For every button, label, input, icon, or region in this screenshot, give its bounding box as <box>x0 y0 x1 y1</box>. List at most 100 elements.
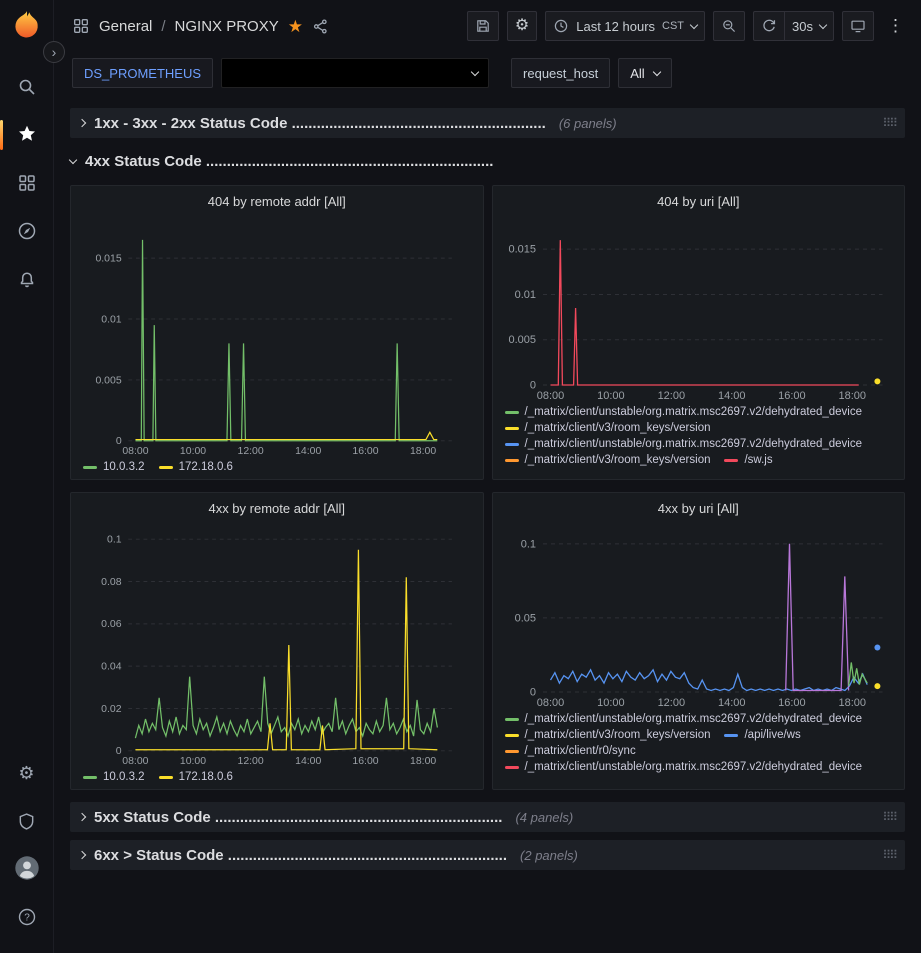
chevron-down-icon <box>652 67 660 75</box>
chart-canvas[interactable]: 00.050.108:0010:0012:0014:0016:0018:00 <box>503 521 895 709</box>
x-axis-label: 10:00 <box>597 697 625 709</box>
chart-canvas[interactable]: 00.020.040.060.080.108:0010:0012:0014:00… <box>81 521 473 767</box>
chart-area[interactable]: 00.020.040.060.080.108:0010:0012:0014:00… <box>81 521 473 767</box>
y-axis-label: 0.01 <box>514 289 535 301</box>
y-axis-label: 0 <box>116 746 122 757</box>
profile-nav-item[interactable] <box>0 848 54 890</box>
chart-area[interactable]: 00.0050.010.01508:0010:0012:0014:0016:00… <box>503 214 895 402</box>
row-drag-handle[interactable]: ⠿⠿ <box>882 810 896 824</box>
x-axis-label: 10:00 <box>180 756 206 767</box>
star-icon <box>17 124 37 147</box>
series-point <box>874 378 880 384</box>
alerting-nav-item[interactable] <box>0 258 54 300</box>
legend-item[interactable]: /sw.js <box>724 454 772 466</box>
legend-item[interactable]: /_matrix/client/r0/sync <box>505 745 636 757</box>
tv-mode-button[interactable] <box>842 11 874 41</box>
chart-area[interactable]: 00.050.108:0010:0012:0014:0016:0018:00 <box>503 521 895 709</box>
legend-item[interactable]: /_matrix/client/v3/room_keys/version <box>505 422 711 434</box>
legend-item[interactable]: /_matrix/client/unstable/org.matrix.msc2… <box>505 713 863 725</box>
breadcrumb-section[interactable]: General <box>99 18 152 35</box>
legend-swatch <box>724 734 738 737</box>
breadcrumb: General / NGINX PROXY ★ <box>72 17 329 35</box>
grafana-logo[interactable] <box>10 9 44 43</box>
panel-title[interactable]: 4xx by remote addr [All] <box>81 498 473 521</box>
chevron-right-icon <box>78 813 86 821</box>
dashboard-settings-button[interactable]: ⚙ <box>507 11 537 41</box>
series-line <box>785 544 848 691</box>
grafana-app: ⚙ ? › <box>0 0 921 953</box>
breadcrumb-separator: / <box>161 18 165 35</box>
datasource-variable-label[interactable]: DS_PROMETHEUS <box>72 58 213 88</box>
series-line <box>135 240 437 441</box>
legend-item[interactable]: 10.0.3.2 <box>83 461 145 473</box>
time-range-button[interactable]: Last 12 hours CST <box>545 11 705 41</box>
legend-label: /sw.js <box>744 454 772 466</box>
help-nav-item[interactable]: ? <box>0 896 54 938</box>
chart-area[interactable]: 00.0050.010.01508:0010:0012:0014:0016:00… <box>81 214 473 457</box>
x-axis-label: 14:00 <box>295 446 321 457</box>
row-5xx[interactable]: 5xx Status Code ........................… <box>70 802 905 832</box>
legend-swatch <box>505 411 519 414</box>
sidebar-collapse-button[interactable]: › <box>43 41 65 63</box>
legend-item[interactable]: /_matrix/client/unstable/org.matrix.msc2… <box>505 438 863 450</box>
legend-label: /_matrix/client/r0/sync <box>525 745 636 757</box>
x-axis-label: 14:00 <box>295 756 321 767</box>
save-dashboard-button[interactable] <box>467 11 499 41</box>
series-line <box>550 670 867 691</box>
legend-swatch <box>159 466 173 469</box>
x-axis-label: 18:00 <box>838 390 866 402</box>
row-4xx[interactable]: 4xx Status Code ........................… <box>70 146 905 176</box>
x-axis-label: 16:00 <box>352 756 378 767</box>
x-axis-label: 08:00 <box>122 446 148 457</box>
share-icon[interactable] <box>312 18 329 35</box>
request-host-variable-select[interactable]: All <box>618 58 671 88</box>
panel-4xx-by-remote-addr: 4xx by remote addr [All] 00.020.040.060.… <box>70 492 484 790</box>
legend: 10.0.3.2 172.18.0.6 <box>81 457 473 473</box>
panel-title[interactable]: 404 by remote addr [All] <box>81 191 473 214</box>
legend-item[interactable]: 172.18.0.6 <box>159 771 233 783</box>
time-range-label: Last 12 hours <box>576 19 655 34</box>
dashboard-body: 1xx - 3xx - 2xx Status Code ............… <box>54 98 921 953</box>
settings-nav-item[interactable]: ⚙ <box>0 752 54 794</box>
chart-canvas[interactable]: 00.0050.010.01508:0010:0012:0014:0016:00… <box>81 214 473 457</box>
row-title: 5xx Status Code ........................… <box>94 809 502 826</box>
legend-item[interactable]: 10.0.3.2 <box>83 771 145 783</box>
dashboards-nav-item[interactable] <box>0 162 54 204</box>
legend-item[interactable]: 172.18.0.6 <box>159 461 233 473</box>
y-axis-label: 0.015 <box>508 244 536 256</box>
legend-item[interactable]: /api/live/ws <box>724 729 800 741</box>
starred-nav-item[interactable] <box>0 114 54 156</box>
search-nav-item[interactable] <box>0 66 54 108</box>
y-axis-label: 0 <box>529 380 535 392</box>
sidebar: ⚙ ? <box>0 0 54 953</box>
favorite-star-icon[interactable]: ★ <box>288 18 303 35</box>
question-icon: ? <box>17 907 37 927</box>
explore-nav-item[interactable] <box>0 210 54 252</box>
chart-canvas[interactable]: 00.0050.010.01508:0010:0012:0014:0016:00… <box>503 214 895 402</box>
refresh-button[interactable] <box>753 11 784 41</box>
row-drag-handle[interactable]: ⠿⠿ <box>882 116 896 130</box>
legend: /_matrix/client/unstable/org.matrix.msc2… <box>503 402 895 466</box>
legend-item[interactable]: /_matrix/client/unstable/org.matrix.msc2… <box>505 761 863 773</box>
monitor-icon <box>850 18 866 34</box>
zoom-out-button[interactable] <box>713 11 745 41</box>
refresh-interval-button[interactable]: 30s <box>784 11 834 41</box>
datasource-variable-select[interactable] <box>221 58 489 88</box>
row-title: 4xx Status Code ........................… <box>85 153 493 170</box>
legend-item[interactable]: /_matrix/client/v3/room_keys/version <box>505 729 711 741</box>
dashboard-title[interactable]: NGINX PROXY <box>175 18 279 35</box>
kebab-menu-icon[interactable]: ⋮ <box>882 16 909 36</box>
row-6xx[interactable]: 6xx > Status Code ......................… <box>70 840 905 870</box>
legend-item[interactable]: /_matrix/client/v3/room_keys/version <box>505 454 711 466</box>
row-drag-handle[interactable]: ⠿⠿ <box>882 848 896 862</box>
apps-icon <box>72 17 90 35</box>
series-line <box>135 432 437 439</box>
y-axis-label: 0.1 <box>520 538 535 550</box>
legend-swatch <box>505 718 519 721</box>
panel-title[interactable]: 404 by uri [All] <box>503 191 895 214</box>
legend-item[interactable]: /_matrix/client/unstable/org.matrix.msc2… <box>505 406 863 418</box>
row-1xx-3xx-2xx[interactable]: 1xx - 3xx - 2xx Status Code ............… <box>70 108 905 138</box>
server-admin-nav-item[interactable] <box>0 800 54 842</box>
legend-label: /_matrix/client/unstable/org.matrix.msc2… <box>525 761 863 773</box>
panel-title[interactable]: 4xx by uri [All] <box>503 498 895 521</box>
